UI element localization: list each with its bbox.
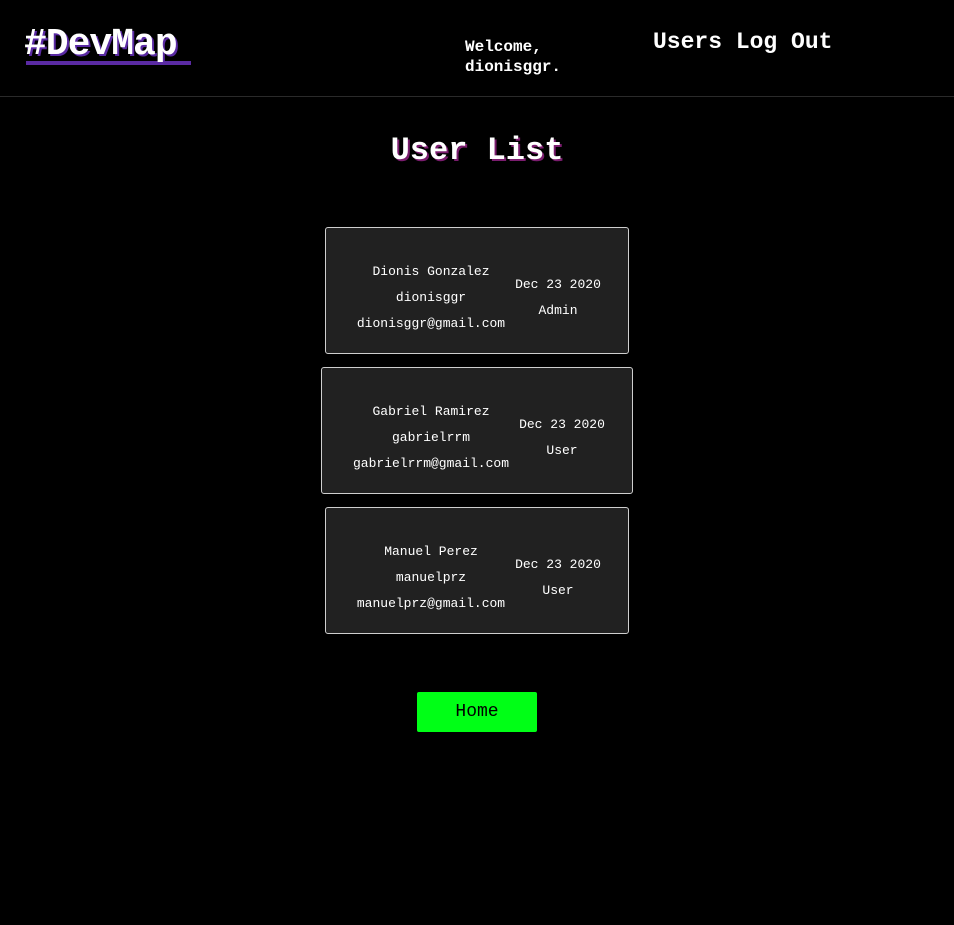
user-email: gabrielrrm@gmail.com [352,456,510,471]
user-created-date: Dec 23 2020 [519,417,605,432]
nav-users-link[interactable]: Users [653,29,722,55]
user-email: manuelprz@gmail.com [356,596,506,611]
user-role: User [546,443,578,458]
welcome-username: dionisggr. [465,58,562,76]
user-card-dionisggr: Dionis Gonzalez dionisggr dionisggr@gmai… [325,227,629,354]
user-full-name: Dionis Gonzalez [372,264,490,279]
welcome-message: Welcome, dionisggr. [465,37,595,77]
user-card-manuelprz: Manuel Perez manuelprz manuelprz@gmail.c… [325,507,629,634]
user-username: gabrielrrm [391,430,470,445]
user-meta: Dec 23 2020 User [512,412,612,464]
user-username: dionisggr [395,290,467,305]
user-info: Gabriel Ramirez gabrielrrm gabrielrrm@gm… [344,399,518,477]
navbar: #DevMap Welcome, dionisggr. Users Log Ou… [0,0,954,97]
user-meta: Dec 23 2020 User [508,552,608,604]
user-info: Manuel Perez manuelprz manuelprz@gmail.c… [348,539,514,617]
user-email: dionisggr@gmail.com [356,316,506,331]
user-username: manuelprz [395,570,467,585]
nav-links: Users Log Out [653,30,832,54]
user-full-name: Manuel Perez [384,544,478,559]
user-role: User [542,583,574,598]
welcome-greeting: Welcome, [465,38,542,56]
user-meta: Dec 23 2020 Admin [508,272,608,324]
page-title: User List [390,132,564,169]
user-created-date: Dec 23 2020 [515,557,601,572]
user-info: Dionis Gonzalez dionisggr dionisggr@gmai… [348,259,514,337]
user-role: Admin [538,303,578,318]
home-button[interactable]: Home [417,692,537,732]
user-created-date: Dec 23 2020 [515,277,601,292]
nav-logout-link[interactable]: Log Out [736,29,833,55]
user-full-name: Gabriel Ramirez [372,404,490,419]
brand-logo-link[interactable]: #DevMap [24,26,178,64]
user-card-gabrielrrm: Gabriel Ramirez gabrielrrm gabrielrrm@gm… [321,367,633,494]
